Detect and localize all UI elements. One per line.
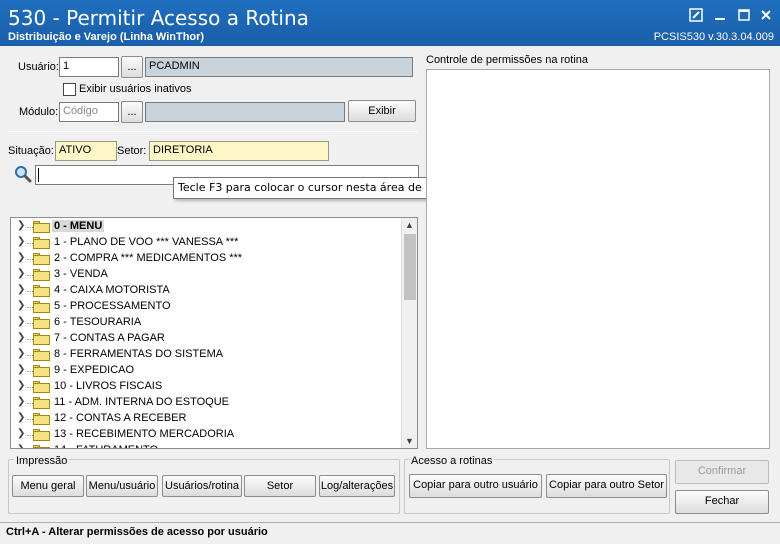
expand-arrow-icon[interactable]: ❯ <box>17 444 25 448</box>
usuario-lookup-button[interactable]: ... <box>121 56 143 78</box>
text-cursor <box>38 168 39 182</box>
tree-item-label: 0 - MENU <box>52 220 105 232</box>
modulo-lookup-button[interactable]: ... <box>121 101 143 123</box>
folder-icon <box>33 413 50 425</box>
status-bar: Ctrl+A - Alterar permissões de acesso po… <box>0 522 780 544</box>
expand-arrow-icon[interactable]: ❯ <box>17 300 25 311</box>
title-bar: 530 - Permitir Acesso a Rotina Distribui… <box>0 0 780 46</box>
expand-arrow-icon[interactable]: ❯ <box>17 236 25 247</box>
situacao-label: Situação: <box>8 145 54 157</box>
usuario-name-field: PCADMIN <box>145 57 413 77</box>
setor-label: Setor: <box>117 145 147 157</box>
tree-item-label: 9 - EXPEDICAO <box>54 364 135 376</box>
expand-arrow-icon[interactable]: ❯ <box>17 284 25 295</box>
folder-icon <box>33 253 50 265</box>
folder-icon <box>33 301 50 313</box>
divider <box>8 131 418 132</box>
expand-arrow-icon[interactable]: ❯ <box>17 364 25 375</box>
expand-arrow-icon[interactable]: ❯ <box>17 348 25 359</box>
scroll-thumb[interactable] <box>404 234 416 300</box>
inativos-checkbox[interactable] <box>63 83 76 96</box>
folder-icon <box>33 269 50 281</box>
folder-icon <box>33 429 50 441</box>
inativos-label: Exibir usuários inativos <box>79 83 192 95</box>
fechar-button[interactable]: Fechar <box>675 490 769 514</box>
usuarios-rotina-button[interactable]: Usuários/rotina <box>162 475 242 497</box>
tree-item-label: 12 - CONTAS A RECEBER <box>54 412 187 424</box>
expand-arrow-icon[interactable]: ❯ <box>17 396 25 407</box>
tree-item-label: 3 - VENDA <box>54 268 108 280</box>
expand-arrow-icon[interactable]: ❯ <box>17 428 25 439</box>
window-title: 530 - Permitir Acesso a Rotina <box>8 6 309 30</box>
folder-icon <box>33 333 50 345</box>
tree-item-label: 1 - PLANO DE VOO *** VANESSA *** <box>54 236 239 248</box>
tree-item-label: 4 - CAIXA MOTORISTA <box>54 284 170 296</box>
tree-item-label: 13 - RECEBIMENTO MERCADORIA <box>54 428 235 440</box>
log-alteracoes-button[interactable]: Log/alterações <box>319 475 395 497</box>
folder-icon <box>33 349 50 361</box>
minimize-icon[interactable] <box>712 8 728 22</box>
impressao-title: Impressão <box>14 455 70 467</box>
permissions-title: Controle de permissões na rotina <box>426 54 589 66</box>
copiar-usuario-button[interactable]: Copiar para outro usuário <box>409 474 542 498</box>
tree-item-label: 6 - TESOURARIA <box>54 316 142 328</box>
expand-arrow-icon[interactable]: ❯ <box>17 220 25 231</box>
folder-icon <box>33 221 50 233</box>
window-subtitle: Distribuição e Varejo (Linha WinThor) <box>8 31 205 43</box>
modulo-label: Módulo: <box>19 106 59 118</box>
tree-item-label: 7 - CONTAS A PAGAR <box>54 332 165 344</box>
exibir-button[interactable]: Exibir <box>348 100 416 122</box>
expand-arrow-icon[interactable]: ❯ <box>17 316 25 327</box>
modulo-code-input[interactable]: Código <box>59 102 119 122</box>
tree-item-label: 11 - ADM. INTERNA DO ESTOQUE <box>54 396 230 408</box>
situacao-field: ATIVO <box>55 141 117 161</box>
folder-icon <box>33 317 50 329</box>
folder-icon <box>33 397 50 409</box>
tree-item-label: 8 - FERRAMENTAS DO SISTEMA <box>54 348 224 360</box>
modulo-name-field <box>145 102 345 122</box>
version-label: PCSIS530 v.30.3.04.009 <box>653 31 774 43</box>
copiar-setor-button[interactable]: Copiar para outro Setor <box>546 474 667 498</box>
setor-button[interactable]: Setor <box>244 475 316 497</box>
menu-usuario-button[interactable]: Menu/usuário <box>86 475 158 497</box>
tree-item-label: 2 - COMPRA *** MEDICAMENTOS *** <box>54 252 243 264</box>
usuario-code-input[interactable]: 1 <box>59 57 119 77</box>
confirmar-button[interactable]: Confirmar <box>675 460 769 484</box>
search-icon <box>14 165 32 183</box>
folder-icon <box>33 285 50 297</box>
folder-icon <box>33 237 50 249</box>
scroll-up-icon[interactable]: ▲ <box>405 220 414 230</box>
expand-arrow-icon[interactable]: ❯ <box>17 412 25 423</box>
search-tooltip: Tecle F3 para colocar o cursor nesta áre… <box>173 177 474 199</box>
folder-icon <box>33 381 50 393</box>
expand-arrow-icon[interactable]: ❯ <box>17 268 25 279</box>
close-icon[interactable] <box>758 8 774 22</box>
tree-item-label: 14 - FATURAMENTO <box>54 444 158 448</box>
folder-icon <box>33 445 50 448</box>
menu-geral-button[interactable]: Menu geral <box>12 475 84 497</box>
expand-arrow-icon[interactable]: ❯ <box>17 332 25 343</box>
folder-icon <box>33 365 50 377</box>
expand-arrow-icon[interactable]: ❯ <box>17 380 25 391</box>
tree-item-label: 5 - PROCESSAMENTO <box>54 300 171 312</box>
edit-icon[interactable] <box>688 8 704 22</box>
scroll-down-icon[interactable]: ▼ <box>405 436 414 446</box>
setor-field: DIRETORIA <box>149 141 329 161</box>
expand-arrow-icon[interactable]: ❯ <box>17 252 25 263</box>
permissions-panel[interactable] <box>426 69 770 449</box>
tree-item-label: 10 - LIVROS FISCAIS <box>54 380 163 392</box>
tree-scrollbar[interactable]: ▲ ▼ <box>401 218 417 448</box>
maximize-icon[interactable] <box>736 8 752 22</box>
menu-tree[interactable]: ❯ 0 - MENU ❯ 1 - PLANO DE VOO *** VANESSA *… <box>10 217 418 449</box>
usuario-label: Usuário: <box>18 61 59 73</box>
acesso-title: Acesso a rotinas <box>409 455 495 467</box>
